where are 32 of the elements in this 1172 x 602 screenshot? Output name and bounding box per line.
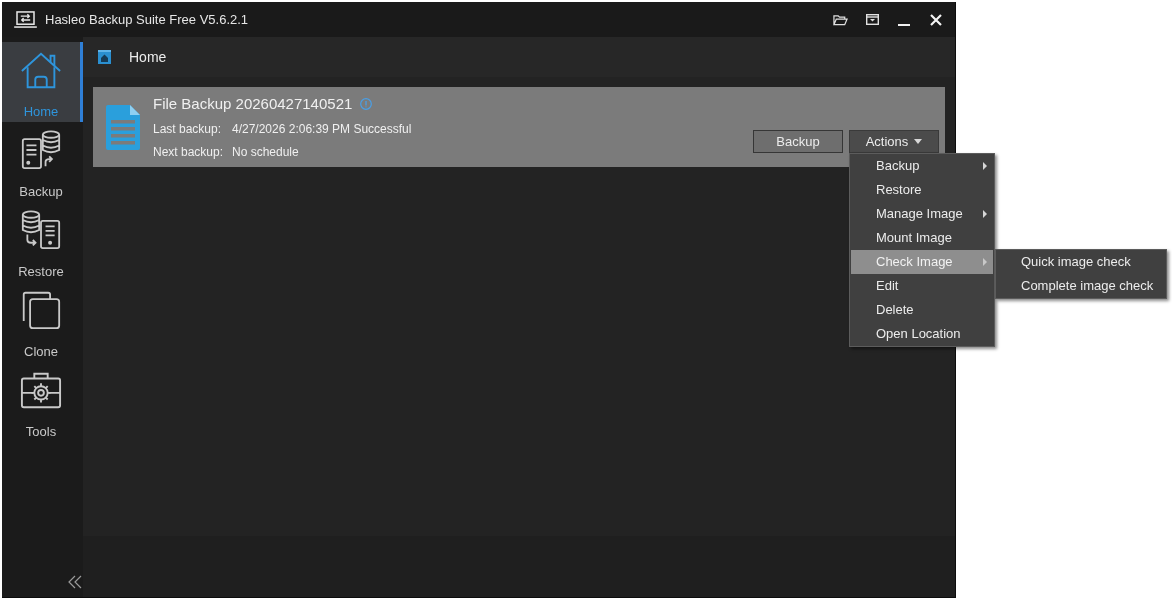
menu-item[interactable]: Restore [851, 178, 993, 202]
menu-item[interactable]: Delete [851, 298, 993, 322]
submenu-item[interactable]: Complete image check [997, 274, 1165, 298]
home-icon [98, 50, 111, 64]
menu-item[interactable]: Open Location [851, 322, 993, 346]
sidebar-item[interactable]: Clone [2, 282, 83, 362]
overlapping-squares-icon [20, 290, 62, 330]
database-server-icon [20, 210, 62, 250]
info-icon [360, 98, 373, 110]
sidebar-item[interactable]: Restore [2, 202, 83, 282]
document-icon [106, 105, 140, 150]
double-chevron-icon[interactable] [68, 575, 82, 589]
page-title: Home [129, 47, 167, 67]
house-icon [20, 50, 62, 90]
sidebar-item[interactable]: Tools [2, 362, 83, 442]
menu-item[interactable]: Edit [851, 274, 993, 298]
field-label: Last backup: [153, 120, 223, 138]
window-title: Hasleo Backup Suite Free V5.6.2.1 [45, 10, 249, 29]
field-label: Next backup: [153, 143, 225, 161]
monitor-arrows-icon [14, 11, 37, 28]
field-value: No schedule [232, 143, 299, 161]
menu-item[interactable]: Backup [851, 154, 993, 178]
submenu-item[interactable]: Quick image check [997, 250, 1165, 274]
action-button[interactable]: Backup [753, 130, 843, 153]
menu-item[interactable]: Manage Image [851, 202, 993, 226]
toolbox-gear-icon [20, 370, 62, 410]
backup-title: File Backup 20260427140521 [153, 93, 353, 114]
sidebar-item[interactable]: Backup [2, 122, 83, 202]
dropdown-button[interactable]: Actions [849, 130, 939, 153]
field-value: 4/27/2026 2:06:39 PM Successful [232, 120, 412, 138]
menu-item[interactable]: Mount Image [851, 226, 993, 250]
server-database-icon [20, 130, 62, 170]
